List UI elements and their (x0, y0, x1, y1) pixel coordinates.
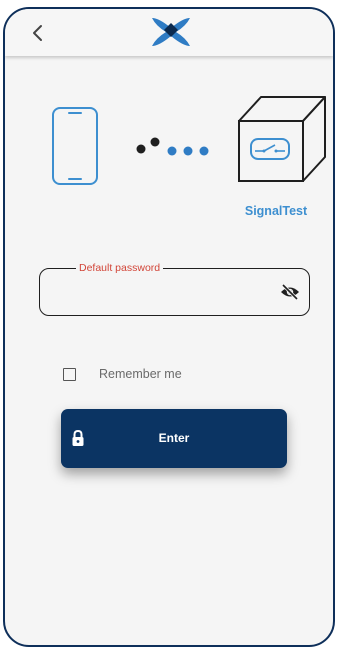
connection-dots-icon (136, 137, 209, 156)
app-screen: SignalTest Default password Remember me … (3, 7, 335, 647)
enter-button-label: Enter (158, 431, 190, 445)
eye-off-icon[interactable] (280, 283, 300, 301)
smartphone-icon (52, 107, 98, 185)
password-label: Default password (76, 261, 164, 275)
chevron-left-icon[interactable] (27, 21, 47, 45)
enter-button[interactable]: Enter (61, 409, 287, 468)
remember-me-label: Remember me (99, 367, 182, 381)
top-bar (5, 9, 333, 56)
password-field[interactable]: Default password (39, 261, 310, 316)
app-logo (152, 18, 190, 46)
remember-me-checkbox[interactable] (63, 368, 76, 381)
password-input[interactable] (52, 282, 271, 304)
device-name-label: SignalTest (244, 204, 308, 218)
device-box-icon (238, 96, 326, 182)
